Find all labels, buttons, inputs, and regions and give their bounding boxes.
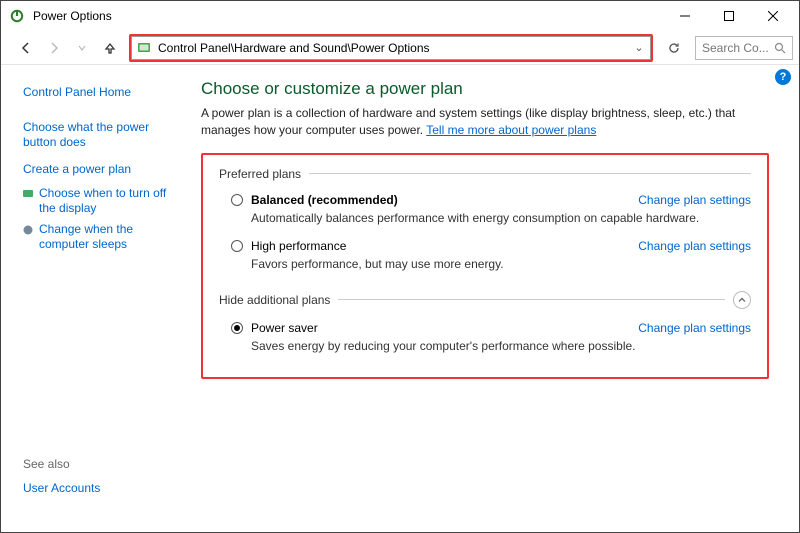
plan-desc: Favors performance, but may use more ene… — [251, 257, 751, 271]
sidebar-item-create-plan[interactable]: Create a power plan — [23, 156, 173, 183]
nav-forward-button[interactable] — [41, 35, 67, 61]
plan-desc: Automatically balances performance with … — [251, 211, 751, 225]
learn-more-link[interactable]: Tell me more about power plans — [426, 123, 596, 137]
additional-plans-label: Hide additional plans — [219, 293, 330, 307]
control-panel-icon — [136, 40, 152, 56]
search-placeholder: Search Co... — [702, 41, 774, 55]
plan-power-saver: Power saver Change plan settings Saves e… — [219, 317, 751, 363]
display-off-icon — [23, 189, 33, 199]
nav-recent-button[interactable] — [69, 35, 95, 61]
plan-high-performance: High performance Change plan settings Fa… — [219, 235, 751, 281]
maximize-button[interactable] — [707, 1, 751, 31]
divider — [338, 299, 725, 300]
plan-name: Power saver — [251, 321, 318, 335]
change-settings-high-performance[interactable]: Change plan settings — [638, 239, 751, 253]
search-icon — [774, 42, 786, 54]
radio-balanced[interactable] — [231, 194, 243, 206]
navbar: Control Panel\Hardware and Sound\Power O… — [1, 31, 799, 65]
additional-plans-header: Hide additional plans — [219, 291, 751, 309]
plan-name: High performance — [251, 239, 346, 253]
power-options-icon — [9, 8, 25, 24]
window-title: Power Options — [33, 9, 663, 23]
see-also-label: See also — [23, 453, 173, 475]
nav-up-button[interactable] — [97, 35, 123, 61]
divider — [309, 173, 751, 174]
address-dropdown-icon[interactable]: ⌄ — [632, 41, 646, 54]
page-title: Choose or customize a power plan — [201, 79, 769, 99]
preferred-plans-header: Preferred plans — [219, 167, 751, 181]
sidebar-item-turn-off-display[interactable]: Choose when to turn off the display — [39, 186, 173, 216]
minimize-button[interactable] — [663, 1, 707, 31]
radio-power-saver[interactable] — [231, 322, 243, 334]
sidebar-see-also-user-accounts[interactable]: User Accounts — [23, 475, 173, 502]
preferred-plans-label: Preferred plans — [219, 167, 301, 181]
page-description: A power plan is a collection of hardware… — [201, 105, 769, 139]
radio-high-performance[interactable] — [231, 240, 243, 252]
sidebar: Control Panel Home Choose what the power… — [1, 65, 181, 532]
sleep-icon — [23, 225, 33, 235]
titlebar: Power Options — [1, 1, 799, 31]
sidebar-item-home[interactable]: Control Panel Home — [23, 79, 173, 106]
refresh-button[interactable] — [661, 36, 687, 60]
nav-back-button[interactable] — [13, 35, 39, 61]
search-input[interactable]: Search Co... — [695, 36, 793, 60]
change-settings-power-saver[interactable]: Change plan settings — [638, 321, 751, 335]
sidebar-item-power-button[interactable]: Choose what the power button does — [23, 114, 173, 156]
annotation-plans-highlight: Preferred plans Balanced (recommended) C… — [201, 153, 769, 379]
sidebar-item-sleep[interactable]: Change when the computer sleeps — [39, 222, 173, 252]
main-content: ? Choose or customize a power plan A pow… — [181, 65, 799, 532]
plan-name: Balanced (recommended) — [251, 193, 398, 207]
plan-balanced: Balanced (recommended) Change plan setti… — [219, 189, 751, 235]
change-settings-balanced[interactable]: Change plan settings — [638, 193, 751, 207]
close-button[interactable] — [751, 1, 795, 31]
address-bar[interactable]: Control Panel\Hardware and Sound\Power O… — [131, 36, 651, 60]
collapse-additional-button[interactable] — [733, 291, 751, 309]
help-icon[interactable]: ? — [775, 69, 791, 85]
plan-desc: Saves energy by reducing your computer's… — [251, 339, 751, 353]
address-path: Control Panel\Hardware and Sound\Power O… — [158, 41, 626, 55]
